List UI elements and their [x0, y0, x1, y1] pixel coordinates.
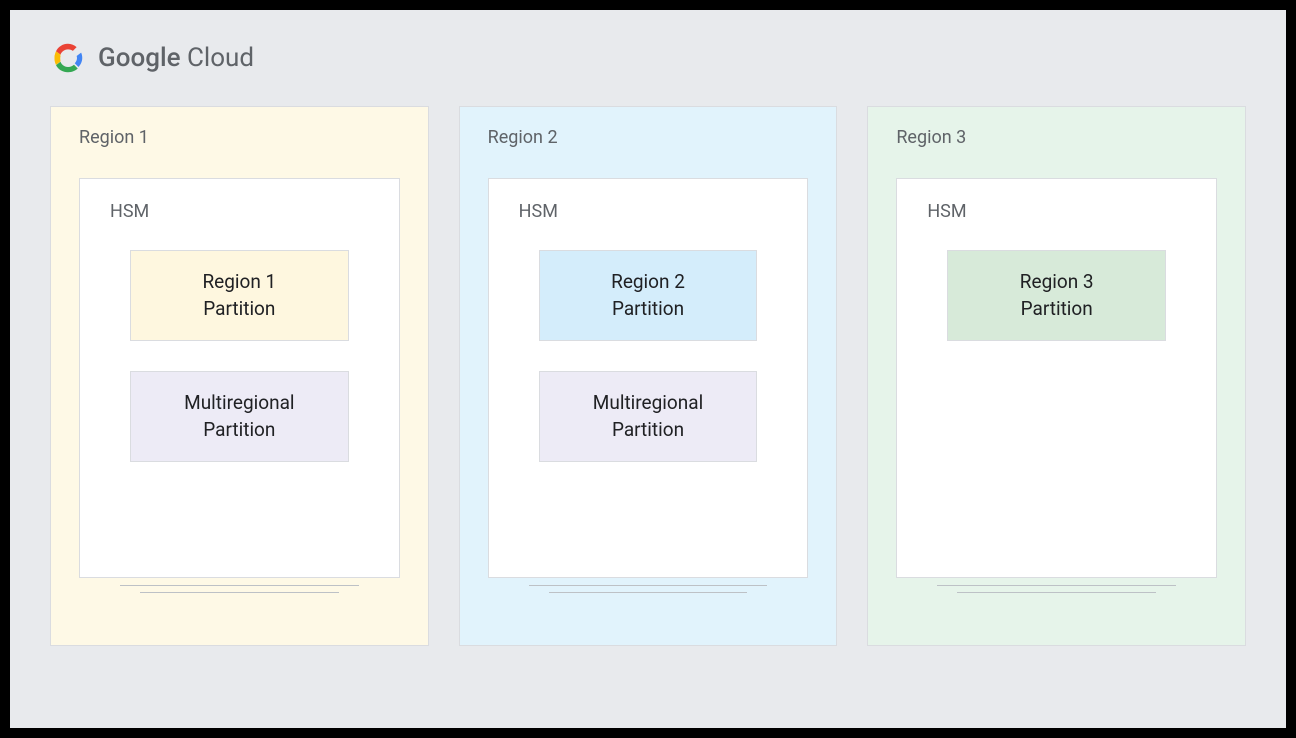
- partition-line1: Region 3: [1020, 270, 1094, 293]
- hsm-box: HSM Region 1 Partition Multiregional Par…: [79, 178, 400, 578]
- region-label: Region 2: [488, 127, 809, 148]
- brand-cloud: Cloud: [181, 43, 255, 73]
- partition-line2: Partition: [612, 297, 684, 320]
- brand-google: Google: [98, 43, 181, 73]
- hsm-box: HSM Region 3 Partition: [896, 178, 1217, 578]
- diagram-canvas: Google Cloud Region 1 HSM Region 1 Parti…: [10, 10, 1286, 728]
- hsm-label: HSM: [927, 201, 1186, 222]
- partition-multiregional: Multiregional Partition: [539, 371, 758, 462]
- partition-line2: Partition: [203, 418, 275, 441]
- region-label: Region 1: [79, 127, 400, 148]
- hsm-label: HSM: [110, 201, 369, 222]
- partition-multiregional: Multiregional Partition: [130, 371, 349, 462]
- partition-region-1: Region 1 Partition: [130, 250, 349, 341]
- stack-indicator-icon: [120, 579, 359, 593]
- stack-indicator-icon: [529, 579, 768, 593]
- partition-line1: Multiregional: [184, 391, 294, 414]
- hsm-box: HSM Region 2 Partition Multiregional Par…: [488, 178, 809, 578]
- hsm-label: HSM: [519, 201, 778, 222]
- brand-text: Google Cloud: [98, 43, 254, 73]
- partition-line2: Partition: [1021, 297, 1093, 320]
- partition-line1: Region 2: [611, 270, 685, 293]
- header: Google Cloud: [50, 40, 1246, 76]
- region-box-2: Region 2 HSM Region 2 Partition Multireg…: [459, 106, 838, 646]
- partition-region-3: Region 3 Partition: [947, 250, 1166, 341]
- partition-region-2: Region 2 Partition: [539, 250, 758, 341]
- partition-line2: Partition: [203, 297, 275, 320]
- region-box-3: Region 3 HSM Region 3 Partition: [867, 106, 1246, 646]
- partition-line1: Multiregional: [593, 391, 703, 414]
- region-box-1: Region 1 HSM Region 1 Partition Multireg…: [50, 106, 429, 646]
- partition-line2: Partition: [612, 418, 684, 441]
- google-cloud-logo-icon: [50, 40, 86, 76]
- stack-indicator-icon: [937, 579, 1176, 593]
- partition-line1: Region 1: [202, 270, 276, 293]
- region-label: Region 3: [896, 127, 1217, 148]
- regions-container: Region 1 HSM Region 1 Partition Multireg…: [50, 106, 1246, 646]
